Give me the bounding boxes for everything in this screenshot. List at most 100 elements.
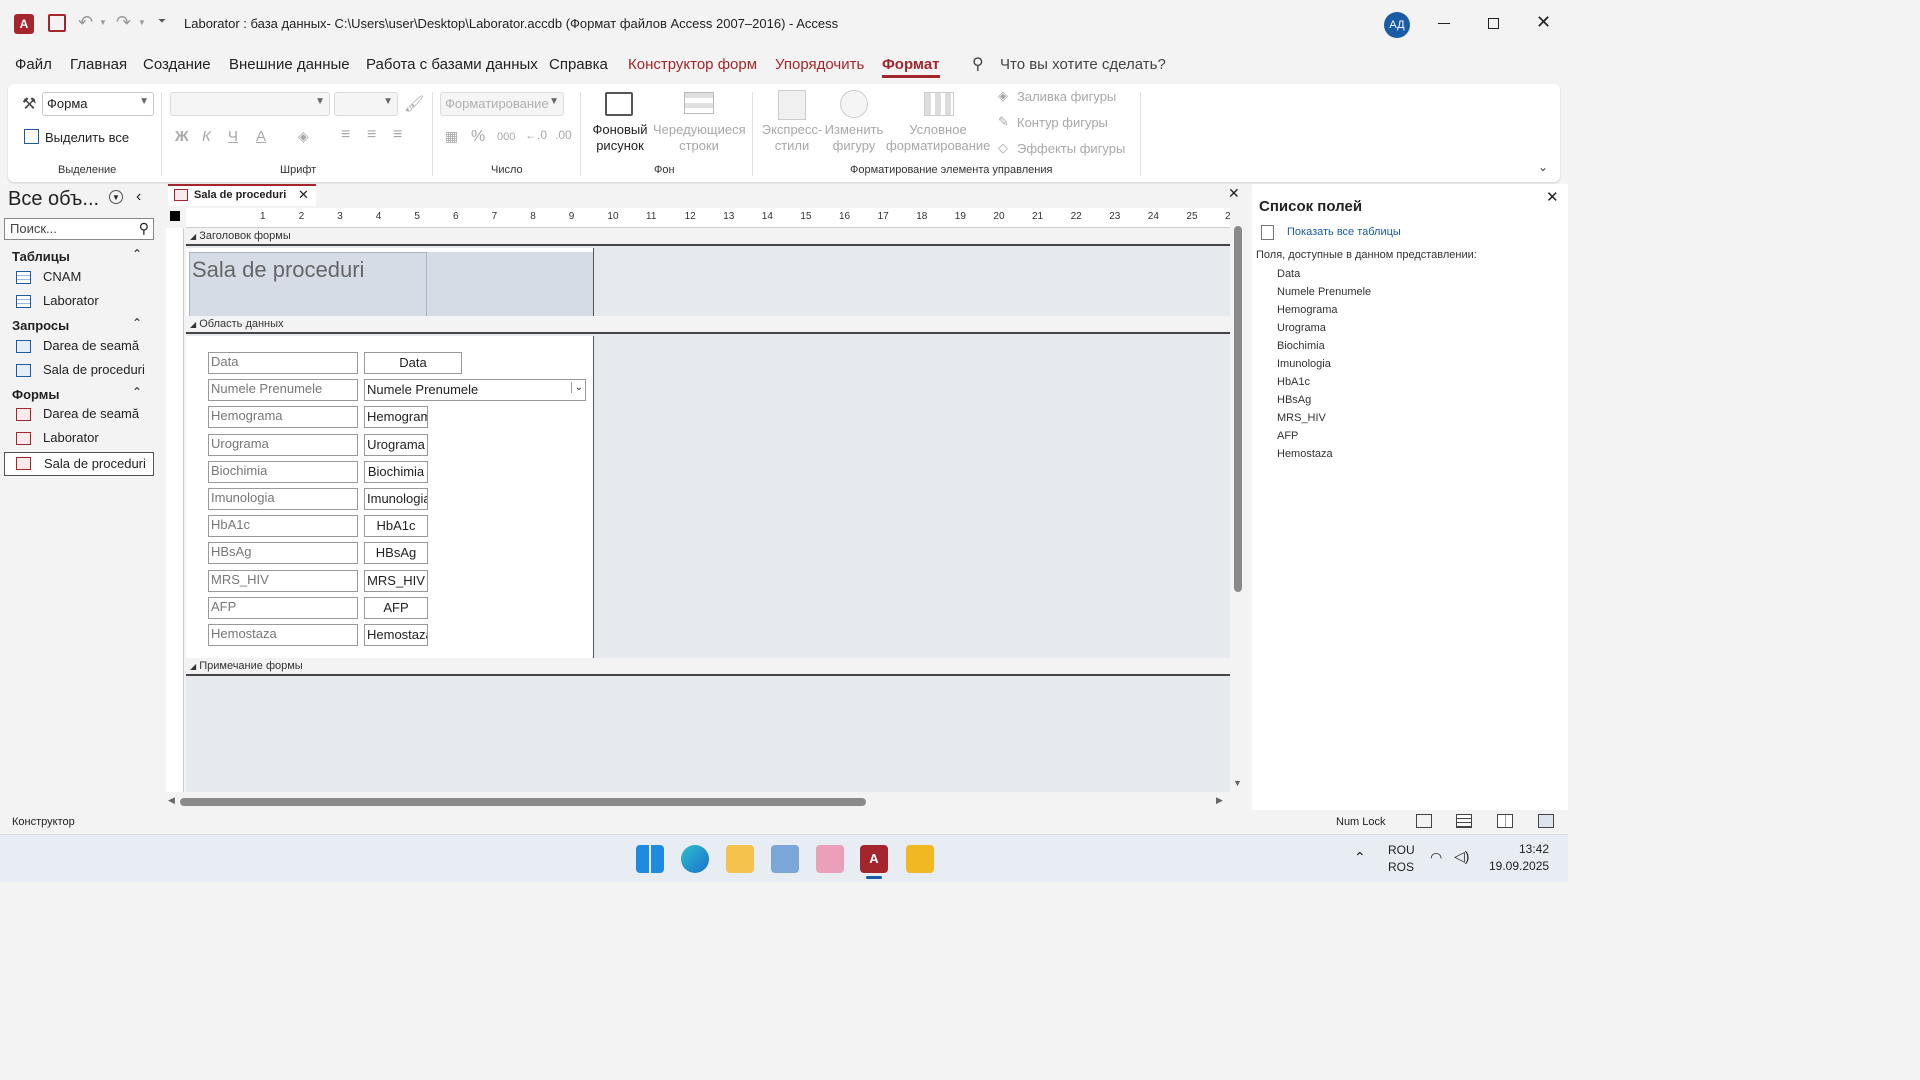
field-label[interactable]: HbA1c [208, 515, 358, 538]
field-label[interactable]: MRS_HIV [208, 569, 358, 592]
nav-item-query-sala[interactable]: Sala de proceduri [4, 359, 154, 383]
text-box-control[interactable]: Urograma [364, 433, 428, 456]
nav-item-form-laborator[interactable]: Laborator [4, 427, 154, 451]
align-right-icon[interactable]: ≡ [393, 126, 402, 144]
field-label[interactable]: AFP [208, 596, 358, 619]
volume-icon[interactable]: ◁) [1454, 848, 1469, 865]
font-color-button[interactable]: А [256, 128, 266, 145]
combo-box-control[interactable]: Numele Prenumele ⌄ [364, 379, 586, 402]
field-list-item[interactable]: Biochimia [1277, 340, 1325, 352]
object-combo[interactable]: Форма ▼ [42, 92, 154, 116]
restore-icon[interactable] [1488, 18, 1499, 29]
number-format-combo[interactable]: Форматирование ▼ [440, 92, 564, 116]
field-label[interactable]: Hemograma [208, 406, 358, 429]
text-box-control[interactable]: Hemogram. [364, 406, 428, 429]
input-language-secondary[interactable]: ROS [1388, 860, 1414, 874]
text-box-control[interactable]: Data [364, 352, 462, 374]
layout-view-icon[interactable] [1497, 814, 1513, 828]
font-name-combo[interactable]: ▼ [170, 92, 330, 116]
text-box-control[interactable]: Imunologia [364, 488, 428, 510]
input-language-primary[interactable]: ROU [1388, 843, 1415, 857]
tab-form-design[interactable]: Конструктор форм [628, 56, 757, 73]
nav-group-tables[interactable]: Таблицы [12, 249, 70, 264]
minimize-icon[interactable] [1438, 23, 1450, 24]
field-label[interactable]: Numele Prenumele [208, 379, 358, 402]
nav-item-table-laborator[interactable]: Laborator [4, 290, 154, 314]
text-box-control[interactable]: MRS_HIV [364, 569, 428, 592]
align-left-icon[interactable]: ≡ [341, 126, 350, 144]
horizontal-scroll-thumb[interactable] [180, 798, 866, 806]
chevron-up-icon[interactable]: ⌃ [132, 316, 142, 330]
edge-browser-icon[interactable] [681, 845, 709, 873]
alternate-rows-button[interactable]: Чередующиеся строки [653, 122, 746, 154]
currency-icon[interactable]: ▦ [445, 128, 458, 145]
datasheet-view-icon[interactable] [1456, 814, 1472, 828]
field-list-item[interactable]: HBsAg [1277, 394, 1311, 406]
background-picture-button[interactable]: Фоновый рисунок [590, 122, 650, 154]
underline-button[interactable]: Ч [228, 128, 238, 145]
show-hidden-icons[interactable]: ⌃ [1354, 849, 1366, 866]
text-box-control[interactable]: HbA1c [364, 515, 428, 538]
nav-item-form-darea[interactable]: Darea de seamă [4, 403, 154, 427]
form-header-band[interactable]: ◢ Заголовок формы [186, 228, 1230, 246]
tab-database-tools[interactable]: Работа с базами данных [366, 56, 538, 73]
document-tab[interactable]: Sala de proceduri ✕ [168, 184, 316, 206]
bold-button[interactable]: Ж [175, 128, 189, 145]
align-center-icon[interactable]: ≡ [367, 126, 376, 144]
conditional-formatting-button[interactable]: Условное форматирование [886, 122, 990, 154]
vertical-scroll-thumb[interactable] [1234, 226, 1242, 592]
increase-decimal-icon[interactable]: ←.0 [525, 128, 547, 142]
medical-app-icon[interactable] [771, 845, 799, 873]
field-label[interactable]: Imunologia [208, 488, 358, 510]
italic-button[interactable]: К [202, 128, 211, 145]
windows-start-icon[interactable] [636, 845, 664, 873]
field-list-item[interactable]: MRS_HIV [1277, 412, 1326, 424]
collapse-ribbon-icon[interactable]: ⌄ [1538, 160, 1548, 174]
undo-dropdown-icon[interactable]: ▼ [99, 18, 107, 27]
text-box-control[interactable]: AFP [364, 596, 428, 619]
collapse-nav-icon[interactable]: ‹ [136, 188, 141, 206]
format-painter-icon[interactable]: 🖌 [404, 94, 424, 114]
tab-format[interactable]: Формат [882, 56, 940, 78]
field-label[interactable]: Data [208, 352, 358, 374]
field-label[interactable]: HBsAg [208, 542, 358, 565]
shape-fill-button[interactable]: Заливка фигуры [1017, 89, 1116, 104]
save-icon[interactable] [48, 14, 66, 32]
percent-button[interactable]: % [471, 128, 485, 146]
select-all-button[interactable]: Выделить все [45, 130, 129, 145]
scroll-right-icon[interactable]: ▶ [1216, 795, 1223, 806]
field-label[interactable]: Biochimia [208, 460, 358, 483]
clock-date[interactable]: 19.09.2025 [1489, 859, 1549, 873]
form-footer-band[interactable]: ◢ Примечание формы [186, 658, 1230, 676]
shape-outline-button[interactable]: Контур фигуры [1017, 115, 1108, 130]
form-selector[interactable] [170, 211, 180, 221]
field-list-item[interactable]: Hemograma [1277, 304, 1338, 316]
tab-home[interactable]: Главная [70, 56, 127, 73]
nav-item-table-cnam[interactable]: CNAM [4, 266, 154, 290]
shape-effects-button[interactable]: Эффекты фигуры [1017, 141, 1125, 156]
font-size-combo[interactable]: ▼ [334, 92, 398, 116]
redo-icon[interactable]: ↷ [116, 12, 131, 33]
scroll-down-icon[interactable]: ▼ [1233, 778, 1242, 788]
horizontal-scrollbar[interactable]: ◀ ▶ [166, 795, 1228, 808]
detail-band[interactable]: ◢ Область данных [186, 316, 1230, 334]
undo-icon[interactable]: ↶ [78, 12, 93, 33]
vertical-scrollbar[interactable]: ▼ [1232, 222, 1244, 792]
quick-styles-button[interactable]: Экспресс-стили [760, 122, 824, 154]
redo-dropdown-icon[interactable]: ▼ [138, 18, 146, 27]
field-list-item[interactable]: HbA1c [1277, 376, 1310, 388]
thousands-button[interactable]: 000 [497, 131, 515, 143]
nav-search-input[interactable]: Поиск... ⚲ [4, 218, 154, 240]
tab-create[interactable]: Создание [143, 56, 211, 73]
field-list-item[interactable]: Numele Prenumele [1277, 286, 1371, 298]
close-document-icon[interactable]: ✕ [1228, 185, 1240, 202]
nav-item-query-darea[interactable]: Darea de seamă [4, 335, 154, 359]
field-list-item[interactable]: Imunologia [1277, 358, 1331, 370]
fill-color-icon[interactable]: ◈ [298, 128, 309, 145]
design-view-icon[interactable] [1538, 814, 1554, 828]
clock-time[interactable]: 13:42 [1519, 842, 1549, 856]
field-list-item[interactable]: Hemostaza [1277, 448, 1333, 460]
chevron-up-icon[interactable]: ⌃ [132, 247, 142, 261]
field-list-item[interactable]: Data [1277, 268, 1300, 280]
paint-app-icon[interactable] [816, 845, 844, 873]
